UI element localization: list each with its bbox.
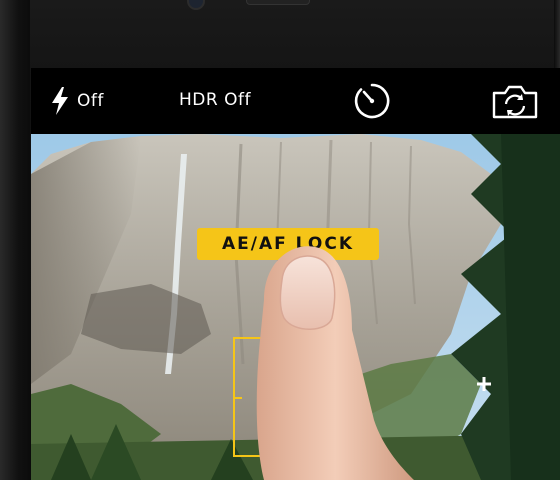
- plus-icon: [476, 376, 492, 392]
- camera-switch-icon: [491, 85, 539, 124]
- focus-tick-top: [292, 339, 294, 346]
- focus-tick-right: [342, 397, 349, 399]
- earpiece-speaker: [246, 0, 310, 5]
- timer-button[interactable]: [353, 82, 391, 120]
- focus-square[interactable]: [233, 337, 351, 457]
- camera-top-bar: Off HDR Off: [31, 68, 560, 134]
- focus-tick-left: [235, 397, 242, 399]
- ae-af-lock-badge: AE/AF LOCK: [197, 228, 379, 260]
- phone-bezel-edge: [0, 0, 30, 480]
- flash-toggle-button[interactable]: Off: [49, 86, 104, 116]
- flash-status-label: Off: [77, 91, 104, 111]
- camera-screen: Off HDR Off AE/AF LOCK: [31, 68, 560, 480]
- camera-viewfinder[interactable]: AE/AF LOCK: [31, 134, 560, 480]
- timer-icon: [353, 83, 391, 124]
- ae-af-lock-label: AE/AF LOCK: [222, 234, 354, 254]
- focus-tick-bottom: [292, 448, 294, 455]
- switch-camera-button[interactable]: [491, 84, 539, 120]
- hdr-status-label: HDR Off: [179, 90, 251, 110]
- flash-bolt-icon: [49, 86, 71, 116]
- hdr-toggle-button[interactable]: HDR Off: [179, 90, 251, 110]
